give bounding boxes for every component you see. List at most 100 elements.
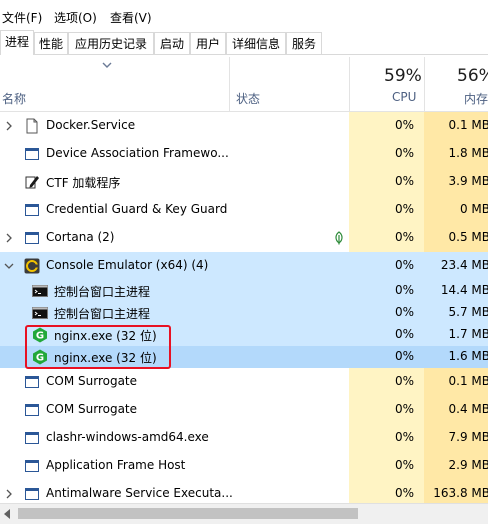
memory-value: 1.8 MB [448,146,488,160]
process-name: 控制台窗口主进程 [54,285,151,299]
menu-view[interactable]: 查看(V) [110,9,152,26]
tab-strip: 进程 性能 应用历史记录 启动 用户 详细信息 服务 [0,30,488,55]
cpu-value: 0% [394,402,414,416]
process-name: COM Surrogate [46,402,138,416]
process-name: Cortana (2) [46,230,115,244]
menu-file[interactable]: 文件(F) [2,9,42,26]
process-name: Console Emulator (x64) (4) [46,258,209,272]
memory-cell: 14.4 MB [424,280,488,302]
cpu-value: 0% [394,283,414,297]
memory-value: 0.4 MB [448,402,488,416]
expand-chevron-icon[interactable] [4,121,14,131]
expand-chevron-icon[interactable] [4,233,14,243]
menu-bar: 文件(F) 选项(O) 查看(V) [0,6,488,26]
cpu-value: 0% [394,146,414,160]
process-name: CTF 加载程序 [46,176,121,190]
annotation-highlight-box [25,325,171,369]
console-icon [32,305,48,321]
column-name-header[interactable]: 名称 [2,90,26,107]
process-name: 控制台窗口主进程 [54,307,151,321]
process-row[interactable]: 0% 0.4 MB COM Surrogate [0,396,488,424]
cpu-cell: 0% [349,396,424,424]
process-row[interactable]: 0% 23.4 MB Console Emulator (x64) (4) [0,252,488,280]
cpu-value: 0% [394,374,414,388]
process-row[interactable]: 0% 0 MB Credential Guard & Key Guard [0,196,488,224]
cpu-value: 0% [394,327,414,341]
memory-cell: 1.7 MB [424,324,488,346]
process-row[interactable]: 0% 1.8 MB Device Association Framewo... [0,140,488,168]
cpu-cell: 0% [349,252,424,280]
process-name: Application Frame Host [46,458,186,472]
leaf-suspended-icon [335,231,343,245]
tab-performance[interactable]: 性能 [34,32,68,54]
tab-app-history[interactable]: 应用历史记录 [68,32,154,54]
column-cpu-header[interactable]: CPU [392,90,416,104]
column-status-header[interactable]: 状态 [236,90,260,107]
cpu-cell: 0% [349,280,424,302]
pen-notepad-icon [24,174,40,190]
memory-cell: 0.4 MB [424,396,488,424]
memory-cell: 1.6 MB [424,346,488,368]
cpu-cell: 0% [349,196,424,224]
cpu-value: 0% [394,202,414,216]
cpu-cell: 0% [349,368,424,396]
tab-users[interactable]: 用户 [190,32,226,54]
memory-value: 163.8 MB [433,486,488,500]
service-window-icon [24,374,40,390]
memory-cell: 7.9 MB [424,424,488,452]
cpu-value: 0% [394,118,414,132]
cpu-cell: 0% [349,346,424,368]
cpu-total-percent: 59% [384,66,422,86]
cpu-value: 0% [394,174,414,188]
tab-startup[interactable]: 启动 [154,32,190,54]
scroll-left-arrow-icon[interactable] [4,509,10,519]
memory-cell: 0.5 MB [424,224,488,252]
service-window-icon [24,486,40,502]
memory-value: 1.6 MB [448,349,488,363]
column-memory-header[interactable]: 内存 [464,90,488,107]
child-process-row[interactable]: 0% 14.4 MB 控制台窗口主进程 [0,280,488,302]
horizontal-scrollbar[interactable] [0,503,488,524]
memory-cell: 5.7 MB [424,302,488,324]
memory-value: 1.7 MB [448,327,488,341]
process-row[interactable]: 0% 2.9 MB Application Frame Host [0,452,488,480]
tab-services[interactable]: 服务 [286,32,322,54]
memory-value: 5.7 MB [448,305,488,319]
memory-value: 23.4 MB [440,258,488,272]
collapse-chevron-icon[interactable] [4,261,14,271]
memory-cell: 2.9 MB [424,452,488,480]
cpu-value: 0% [394,486,414,500]
process-name: Antimalware Service Executa... [46,486,233,500]
service-window-icon [24,458,40,474]
process-name: Credential Guard & Key Guard [46,202,228,216]
process-row[interactable]: 0% 0.1 MB Docker.Service [0,112,488,140]
cpu-cell: 0% [349,324,424,346]
memory-cell: 0.1 MB [424,112,488,140]
cpu-value: 0% [394,305,414,319]
menu-options[interactable]: 选项(O) [54,9,97,26]
service-window-icon [24,430,40,446]
process-row[interactable]: 0% 3.9 MB CTF 加载程序 [0,168,488,196]
blank-document-icon [24,118,40,134]
console-icon [32,283,48,299]
process-row[interactable]: 0% 0.5 MB Cortana (2) [0,224,488,252]
process-row[interactable]: 0% 0.1 MB COM Surrogate [0,368,488,396]
process-name: clashr-windows-amd64.exe [46,430,209,444]
cpu-cell: 0% [349,302,424,324]
cpu-value: 0% [394,230,414,244]
child-process-row[interactable]: 0% 5.7 MB 控制台窗口主进程 [0,302,488,324]
cpu-value: 0% [394,458,414,472]
cpu-value: 0% [394,430,414,444]
service-window-icon [24,402,40,418]
scrollbar-thumb[interactable] [18,508,358,519]
process-name: Docker.Service [46,118,136,132]
expand-chevron-icon[interactable] [4,489,14,499]
memory-value: 0.5 MB [448,230,488,244]
cpu-value: 0% [394,349,414,363]
process-row[interactable]: 0% 7.9 MB clashr-windows-amd64.exe [0,424,488,452]
process-name: Device Association Framewo... [46,146,229,160]
tab-processes[interactable]: 进程 [0,30,34,55]
memory-total-percent: 56% [457,66,488,86]
tab-details[interactable]: 详细信息 [226,32,286,54]
memory-value: 3.9 MB [448,174,488,188]
